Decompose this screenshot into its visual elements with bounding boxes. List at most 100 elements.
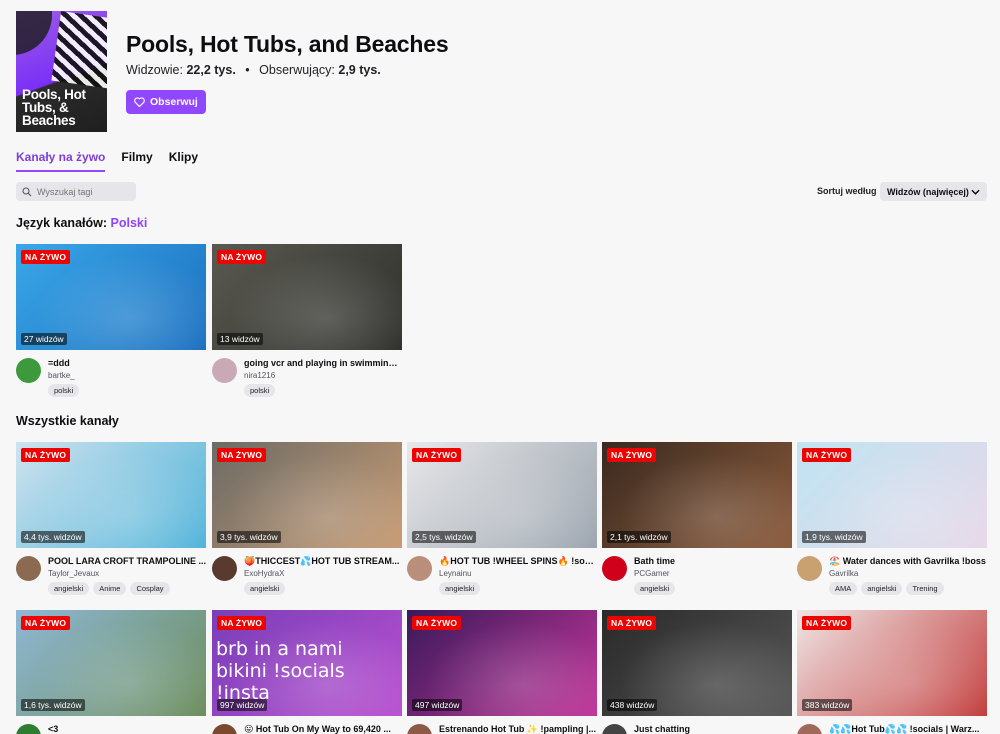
stream-title[interactable]: 😛 Hot Tub On My Way to 69,420 ...: [244, 724, 402, 734]
viewer-count: 27 widzów: [21, 333, 67, 345]
stream-title[interactable]: 🔥HOT TUB !WHEEL SPINS🔥 !socia...: [439, 556, 597, 567]
stream-card[interactable]: NA ŻYWO 4,4 tys. widzów POOL LARA CROFT TR…: [16, 442, 206, 598]
stream-thumbnail[interactable]: brb in a nami bikini !socials !insta NA Ż…: [212, 610, 402, 716]
stream-title[interactable]: Bath time: [634, 556, 792, 566]
stream-card[interactable]: NA ŻYWO 13 widzów going vcr and playing in…: [212, 244, 402, 400]
avatar[interactable]: [212, 724, 237, 734]
language-label: Język kanałów:: [16, 216, 108, 230]
stream-title[interactable]: 🍑THICCEST💦HOT TUB STREAM...: [244, 556, 402, 567]
tag-list: polski: [244, 384, 276, 397]
stream-card[interactable]: brb in a nami bikini !socials !insta NA Ż…: [212, 610, 402, 734]
search-icon: [22, 186, 32, 196]
tag-chip[interactable]: AMA: [829, 582, 858, 595]
stream-meta: 🔥HOT TUB !WHEEL SPINS🔥 !socia... Leynainu…: [407, 548, 597, 598]
stream-meta: 💦💦Hot Tub💦💦 !socials | Warz...: [797, 716, 987, 734]
stream-title[interactable]: 🏖️ Water dances with Gavrilka !boss: [829, 556, 987, 567]
stream-title[interactable]: =ddd: [48, 358, 206, 368]
stream-card[interactable]: NA ŻYWO 497 widzów Estrenando Hot Tub ✨ !p…: [407, 610, 597, 734]
tab-clips[interactable]: Klipy: [169, 150, 198, 170]
stream-card[interactable]: NA ŻYWO 1,6 tys. widzów <3: [16, 610, 206, 734]
stream-title[interactable]: Just chatting: [634, 724, 792, 734]
channel-name[interactable]: ExoHydraX: [244, 569, 284, 578]
viewer-count: 1,9 tys. widzów: [802, 531, 866, 543]
tag-chip[interactable]: angielski: [634, 582, 676, 595]
tag-chip[interactable]: polski: [244, 384, 276, 397]
stream-title[interactable]: <3: [48, 724, 206, 734]
stream-thumbnail[interactable]: NA ŻYWO 1,6 tys. widzów: [16, 610, 206, 716]
channel-name[interactable]: Gavrilka: [829, 569, 858, 578]
tag-chip[interactable]: angielski: [244, 582, 286, 595]
tag-chip[interactable]: Trening: [906, 582, 944, 595]
stream-title[interactable]: Estrenando Hot Tub ✨ !pampling |...: [439, 724, 597, 734]
avatar[interactable]: [212, 556, 237, 581]
avatar[interactable]: [602, 556, 627, 581]
stream-thumbnail[interactable]: NA ŻYWO 383 widzów: [797, 610, 987, 716]
heart-icon: [134, 97, 145, 107]
follow-label: Obserwuj: [150, 96, 198, 108]
game-boxart[interactable]: Pools, Hot Tubs, & Beaches: [16, 11, 107, 132]
tag-chip[interactable]: angielski: [861, 582, 903, 595]
stream-meta: Just chatting: [602, 716, 792, 734]
avatar[interactable]: [407, 556, 432, 581]
stream-title[interactable]: POOL LARA CROFT TRAMPOLINE ...: [48, 556, 206, 566]
tag-list: AMA angielski Trening: [829, 582, 944, 595]
stream-title[interactable]: 💦💦Hot Tub💦💦 !socials | Warz...: [829, 724, 987, 734]
live-badge: NA ŻYWO: [607, 448, 657, 462]
live-badge: NA ŻYWO: [21, 616, 71, 630]
channel-name[interactable]: nira1216: [244, 371, 275, 380]
tab-videos[interactable]: Filmy: [121, 150, 152, 170]
tag-search[interactable]: [16, 182, 136, 201]
stream-thumbnail[interactable]: NA ŻYWO 2,5 tys. widzów: [407, 442, 597, 548]
tag-chip[interactable]: polski: [48, 384, 80, 397]
avatar[interactable]: [407, 724, 432, 734]
stream-thumbnail[interactable]: NA ŻYWO 13 widzów: [212, 244, 402, 350]
channel-name[interactable]: bartke_: [48, 371, 75, 380]
stream-title[interactable]: going vcr and playing in swimming ...: [244, 358, 402, 368]
tag-chip[interactable]: angielski: [439, 582, 481, 595]
stream-thumbnail[interactable]: NA ŻYWO 1,9 tys. widzów: [797, 442, 987, 548]
stream-meta: 🏖️ Water dances with Gavrilka !boss Gavri…: [797, 548, 987, 598]
separator-dot: •: [245, 63, 250, 77]
stream-thumbnail[interactable]: NA ŻYWO 3,9 tys. widzów: [212, 442, 402, 548]
stream-thumbnail[interactable]: NA ŻYWO 27 widzów: [16, 244, 206, 350]
search-input[interactable]: [37, 186, 129, 197]
live-badge: NA ŻYWO: [217, 616, 267, 630]
avatar[interactable]: [797, 556, 822, 581]
stream-thumbnail[interactable]: NA ŻYWO 2,1 tys. widzów: [602, 442, 792, 548]
channel-name[interactable]: Leynainu: [439, 569, 471, 578]
tag-chip[interactable]: Anime: [93, 582, 127, 595]
stream-thumbnail[interactable]: NA ŻYWO 438 widzów: [602, 610, 792, 716]
sort-value: Widzów (najwięcej): [887, 186, 969, 197]
tag-chip[interactable]: Cosplay: [130, 582, 170, 595]
tag-chip[interactable]: angielski: [48, 582, 90, 595]
stream-card[interactable]: NA ŻYWO 438 widzów Just chatting: [602, 610, 792, 734]
channel-name[interactable]: Taylor_Jevaux: [48, 569, 99, 578]
avatar[interactable]: [797, 724, 822, 734]
chevron-down-icon: [971, 189, 980, 195]
stream-thumbnail[interactable]: NA ŻYWO 4,4 tys. widzów: [16, 442, 206, 548]
language-link[interactable]: Polski: [111, 216, 148, 230]
stream-thumbnail[interactable]: NA ŻYWO 497 widzów: [407, 610, 597, 716]
directory-tabs: Kanały na żywo Filmy Klipy: [16, 150, 198, 172]
avatar[interactable]: [16, 358, 41, 383]
stream-card[interactable]: NA ŻYWO 3,9 tys. widzów 🍑THICCEST💦HOT TUB …: [212, 442, 402, 598]
stream-card[interactable]: NA ŻYWO 27 widzów =ddd bartke_polski: [16, 244, 206, 400]
stream-meta: Estrenando Hot Tub ✨ !pampling |...: [407, 716, 597, 734]
follow-button[interactable]: Obserwuj: [126, 90, 206, 114]
stream-card[interactable]: NA ŻYWO 2,1 tys. widzów Bath time PCGamer an…: [602, 442, 792, 598]
avatar[interactable]: [602, 724, 627, 734]
followers-label: Obserwujący:: [259, 63, 335, 77]
live-badge: NA ŻYWO: [217, 250, 267, 264]
channel-name[interactable]: PCGamer: [634, 569, 670, 578]
live-badge: NA ŻYWO: [21, 250, 71, 264]
stream-card[interactable]: NA ŻYWO 383 widzów 💦💦Hot Tub💦💦 !socials | …: [797, 610, 987, 734]
live-badge: NA ŻYWO: [607, 616, 657, 630]
avatar[interactable]: [16, 724, 41, 734]
avatar[interactable]: [212, 358, 237, 383]
avatar[interactable]: [16, 556, 41, 581]
stream-card[interactable]: NA ŻYWO 2,5 tys. widzów 🔥HOT TUB !WHEEL SP…: [407, 442, 597, 598]
stream-meta: Bath time PCGamer angielski: [602, 548, 792, 598]
sort-dropdown[interactable]: Widzów (najwięcej): [880, 182, 987, 201]
stream-card[interactable]: NA ŻYWO 1,9 tys. widzów 🏖️ Water dances wi…: [797, 442, 987, 598]
tab-live-channels[interactable]: Kanały na żywo: [16, 150, 106, 172]
